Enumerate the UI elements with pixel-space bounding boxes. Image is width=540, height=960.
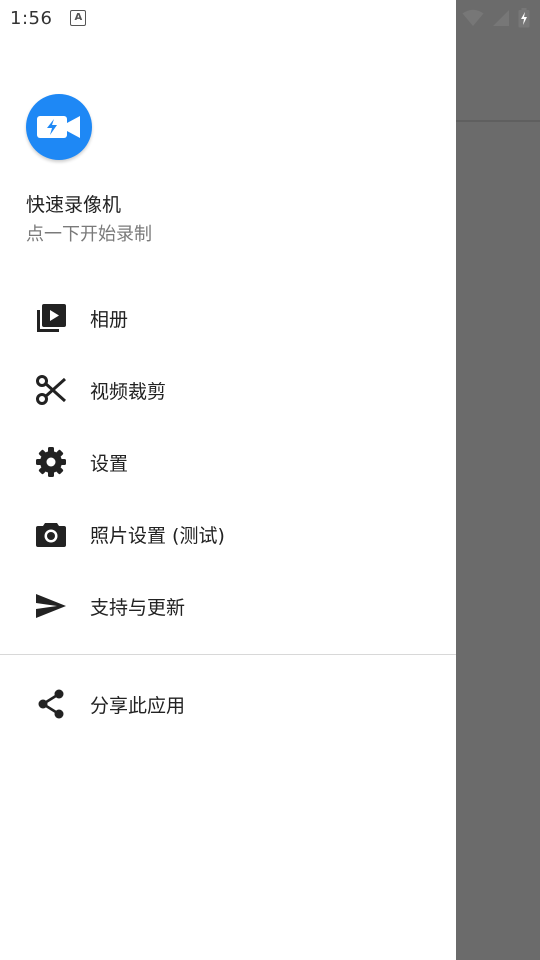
- app-title: 快速录像机: [26, 194, 122, 216]
- menu-item-support-updates[interactable]: 支持与更新: [0, 570, 456, 642]
- status-time: 1:56: [10, 7, 53, 29]
- a-icon: A: [70, 10, 87, 26]
- menu-item-label: 视频裁剪: [90, 380, 167, 403]
- menu-item-video-trim[interactable]: 视频裁剪: [0, 354, 456, 426]
- signal-icon: [493, 10, 509, 26]
- drawer-menu: 相册 视频裁剪 设置 照片设置 (测试) 支持与更新: [0, 282, 456, 642]
- scissors-icon: [34, 373, 68, 407]
- navigation-drawer: 快速录像机 点一下开始录制 相册 视频裁剪 设置 照片设置 (测试) 支持与更新…: [0, 0, 456, 960]
- menu-item-share-app[interactable]: 分享此应用: [0, 668, 456, 740]
- menu-item-album[interactable]: 相册: [0, 282, 456, 354]
- menu-item-label: 设置: [90, 452, 129, 475]
- menu-item-label: 相册: [90, 308, 129, 331]
- video-camera-flash-icon: [37, 116, 80, 138]
- app-logo: [26, 94, 92, 160]
- battery-charging-icon: [518, 8, 530, 28]
- video-library-icon: [34, 301, 68, 335]
- wifi-icon: [462, 9, 484, 26]
- camera-icon: [34, 517, 68, 551]
- app-subtitle: 点一下开始录制: [26, 224, 152, 245]
- menu-item-settings[interactable]: 设置: [0, 426, 456, 498]
- menu-item-label: 分享此应用: [90, 694, 186, 717]
- share-icon: [34, 687, 68, 721]
- menu-item-label: 照片设置 (测试): [90, 524, 225, 547]
- menu-item-label: 支持与更新: [90, 596, 186, 619]
- drawer-secondary-menu: 分享此应用: [0, 668, 456, 740]
- status-bar: 1:56 A: [0, 0, 540, 36]
- menu-item-photo-settings[interactable]: 照片设置 (测试): [0, 498, 456, 570]
- gear-icon: [34, 445, 68, 479]
- menu-divider: [0, 654, 456, 655]
- send-icon: [34, 589, 68, 623]
